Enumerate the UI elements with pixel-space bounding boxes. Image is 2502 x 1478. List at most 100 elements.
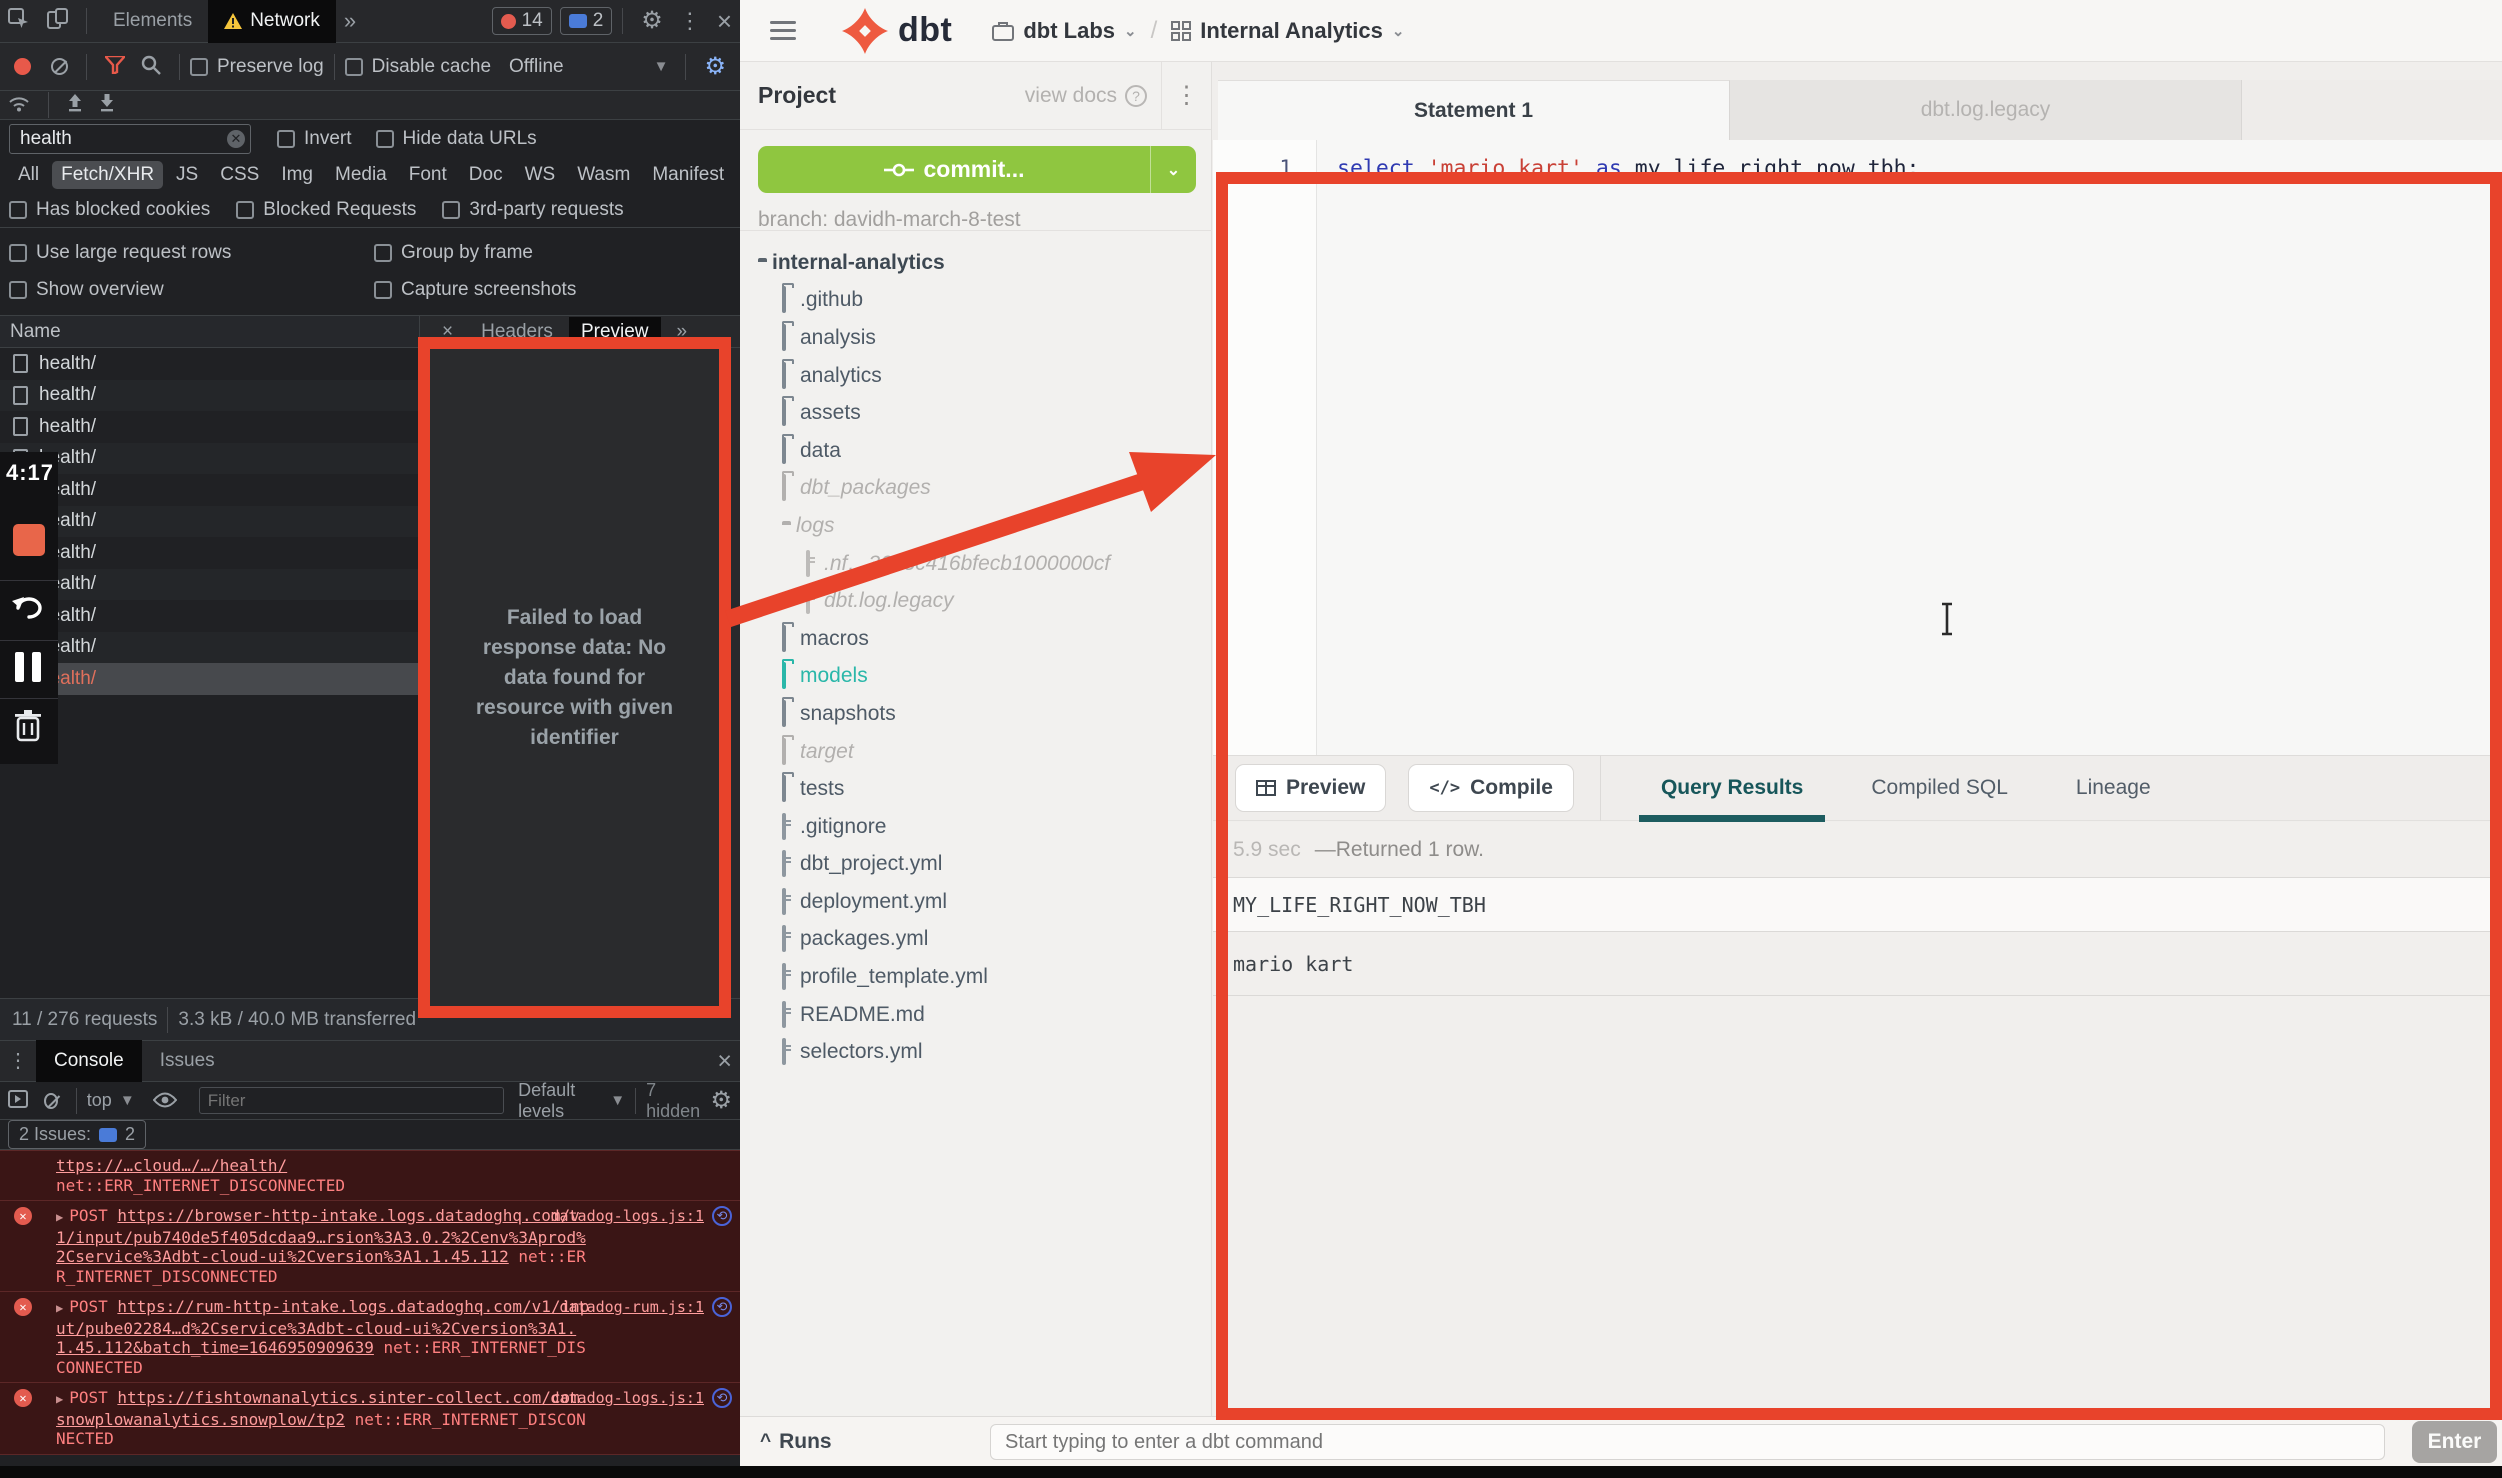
tab-network[interactable]: Network — [208, 0, 336, 43]
kebab-menu-icon[interactable]: ⋮ — [671, 10, 709, 32]
compile-button[interactable]: </> Compile — [1408, 764, 1574, 812]
throttling-select[interactable]: Offline▼ — [509, 56, 668, 78]
option-checkbox[interactable]: Use large request rows — [9, 242, 374, 264]
sql-editor[interactable]: 1 select 'mario kart' as my_life_right_n… — [1213, 140, 2502, 755]
expand-triangle-icon[interactable]: ▶ — [56, 1392, 63, 1406]
pause-recording-button[interactable] — [15, 652, 43, 682]
error-source-link[interactable]: datadog-rum.js:1 — [560, 1298, 705, 1318]
tab-dbt-log-legacy[interactable]: dbt.log.legacy — [1730, 80, 2242, 140]
type-filter[interactable]: JS — [167, 161, 207, 189]
option-checkbox[interactable]: Show overview — [9, 279, 374, 301]
filter-funnel-icon[interactable] — [97, 56, 133, 78]
tree-item[interactable]: README.md — [740, 996, 1212, 1034]
enter-button[interactable]: Enter — [2412, 1421, 2497, 1463]
type-filter[interactable]: All — [9, 161, 48, 189]
tree-item[interactable]: dbt_packages — [740, 470, 1212, 508]
preview-button[interactable]: Preview — [1235, 764, 1386, 812]
invert-checkbox[interactable]: Invert — [277, 128, 352, 150]
eye-icon[interactable] — [145, 1090, 185, 1112]
tree-item[interactable]: selectors.yml — [740, 1033, 1212, 1071]
results-row[interactable]: mario kart — [1213, 932, 2502, 996]
restart-icon[interactable] — [12, 592, 46, 620]
error-source-link[interactable]: datadog-logs.js:1 — [550, 1389, 704, 1409]
network-conditions-icon[interactable] — [0, 94, 38, 116]
request-row[interactable]: health/ — [0, 663, 420, 695]
close-devtools-icon[interactable]: × — [709, 8, 740, 34]
tree-item[interactable]: deployment.yml — [740, 883, 1212, 921]
dbt-command-input[interactable] — [990, 1424, 2385, 1460]
tab-elements[interactable]: Elements — [97, 0, 208, 43]
filter-checkbox[interactable]: 3rd-party requests — [442, 199, 623, 221]
tree-item[interactable]: models — [740, 658, 1212, 696]
tree-item[interactable]: dbt_project.yml — [740, 846, 1212, 884]
tree-item[interactable]: packages.yml — [740, 921, 1212, 959]
export-har-icon[interactable] — [91, 94, 123, 116]
tree-item[interactable]: profile_template.yml — [740, 958, 1212, 996]
commit-dropdown-chevron-icon[interactable]: ⌄ — [1150, 146, 1196, 193]
option-checkbox[interactable]: Capture screenshots — [374, 279, 740, 301]
type-filter[interactable]: Wasm — [568, 161, 639, 189]
trash-icon[interactable] — [14, 710, 42, 742]
project-switcher[interactable]: Internal Analytics ⌄ — [1171, 18, 1404, 44]
request-row[interactable]: health/ — [0, 411, 420, 443]
request-row[interactable]: health/ — [0, 600, 420, 632]
tree-item[interactable]: data — [740, 432, 1212, 470]
tree-item[interactable]: logs — [740, 507, 1212, 545]
request-row[interactable]: health/ — [0, 569, 420, 601]
disable-cache-checkbox[interactable]: Disable cache — [345, 56, 491, 78]
type-filter[interactable]: Media — [326, 161, 396, 189]
project-kebab-icon[interactable]: ⋮ — [1161, 62, 1211, 130]
error-url-link[interactable]: ttps://…cloud…/…/health/ — [56, 1156, 287, 1175]
settings-gear-icon[interactable]: ⚙ — [633, 9, 671, 33]
hide-data-urls-checkbox[interactable]: Hide data URLs — [376, 128, 537, 150]
type-filter[interactable]: WS — [516, 161, 565, 189]
error-info-icon[interactable]: ⟲ — [712, 1206, 732, 1226]
error-count-badge[interactable]: 14 — [492, 7, 552, 35]
error-info-icon[interactable]: ⟲ — [712, 1388, 732, 1408]
tree-item[interactable]: dbt.log.legacy — [740, 582, 1212, 620]
log-levels-select[interactable]: Default levels▼ — [518, 1080, 625, 1122]
clear-filter-icon[interactable]: ✕ — [227, 130, 245, 148]
error-info-icon[interactable]: ⟲ — [712, 1297, 732, 1317]
error-url-link[interactable]: https://browser-http-intake.logs.datadog… — [56, 1206, 586, 1266]
type-filter[interactable]: Manifest — [643, 161, 733, 189]
error-source-link[interactable]: datadog-logs.js:1 — [550, 1207, 704, 1227]
runs-toggle[interactable]: ^ Runs — [760, 1430, 832, 1454]
request-row[interactable]: health/ — [0, 380, 420, 412]
commit-button[interactable]: commit... ⌄ — [758, 146, 1196, 193]
tree-item[interactable]: assets — [740, 394, 1212, 432]
tree-item[interactable]: tests — [740, 770, 1212, 808]
close-drawer-icon[interactable]: × — [709, 1049, 740, 1074]
tree-item[interactable]: target — [740, 733, 1212, 771]
record-icon[interactable] — [14, 58, 31, 75]
request-row[interactable]: health/ — [0, 474, 420, 506]
tree-item[interactable]: .nf…3665c416bfecb1000000cf — [740, 545, 1212, 583]
expand-triangle-icon[interactable]: ▶ — [56, 1301, 63, 1315]
console-sidebar-icon[interactable] — [0, 1090, 36, 1112]
tab-compiled-sql[interactable]: Compiled SQL — [1871, 776, 2008, 800]
type-filter[interactable]: Font — [400, 161, 456, 189]
console-error[interactable]: ✕ ▶POST https://browser-http-intake.logs… — [0, 1200, 740, 1291]
tree-item[interactable]: internal-analytics — [740, 244, 1212, 282]
issues-chip[interactable]: 2 Issues: 2 — [8, 1120, 146, 1149]
kebab-menu-icon[interactable]: ⋮ — [0, 1051, 36, 1071]
console-error[interactable]: ✕ ▶POST https://rum-http-intake.logs.dat… — [0, 1291, 740, 1382]
inspect-icon[interactable] — [0, 8, 38, 34]
tab-console[interactable]: Console — [36, 1040, 142, 1082]
request-row[interactable]: health/ — [0, 632, 420, 664]
console-settings-gear-icon[interactable]: ⚙ — [702, 1089, 740, 1113]
tab-statement-1[interactable]: Statement 1 — [1218, 80, 1730, 140]
expand-triangle-icon[interactable]: ▶ — [56, 1210, 63, 1224]
type-filter[interactable]: CSS — [211, 161, 268, 189]
type-filter[interactable]: Fetch/XHR — [52, 161, 163, 189]
type-filter[interactable]: Doc — [460, 161, 512, 189]
console-error[interactable]: ✕ ▶ttps://…cloud…/…/health/ net::ERR_INT… — [0, 1150, 740, 1200]
dbt-logo[interactable]: dbt — [842, 8, 952, 54]
issues-count-badge[interactable]: 2 — [560, 7, 613, 35]
preserve-log-checkbox[interactable]: Preserve log — [190, 56, 324, 78]
import-har-icon[interactable] — [59, 94, 91, 116]
request-row[interactable]: health/ — [0, 443, 420, 475]
request-row[interactable]: health/ — [0, 348, 420, 380]
network-filter-input[interactable]: health ✕ — [9, 124, 251, 154]
filter-checkbox[interactable]: Has blocked cookies — [9, 199, 210, 221]
